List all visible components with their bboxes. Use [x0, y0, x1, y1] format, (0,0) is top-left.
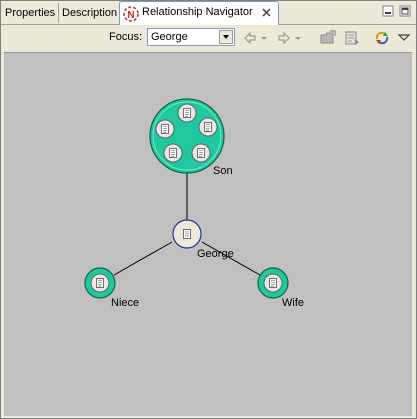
tab-properties[interactable]: Properties: [1, 3, 59, 23]
view-menu-icon[interactable]: [397, 29, 411, 47]
graph-canvas[interactable]: Son George Niece Wife: [4, 52, 412, 416]
back-arrow-icon[interactable]: [241, 29, 259, 47]
focus-label: Focus:: [109, 31, 143, 43]
focus-value: George: [151, 31, 188, 43]
graph-node-niece[interactable]: [84, 267, 116, 299]
node-label-niece: Niece: [111, 297, 140, 309]
relationship-navigator-icon: N: [123, 6, 139, 22]
person-icon: [163, 143, 183, 163]
open-folder-icon[interactable]: [319, 29, 337, 47]
graph-node-wife[interactable]: [257, 267, 289, 299]
relationship-graph: [84, 98, 289, 299]
graph-node-george[interactable]: [172, 219, 202, 249]
person-icon: [155, 119, 175, 139]
back-dropdown-icon[interactable]: [259, 29, 269, 47]
refresh-icon[interactable]: [373, 29, 391, 47]
edge-george-niece: [113, 241, 173, 276]
close-icon[interactable]: [261, 7, 272, 18]
maximize-icon[interactable]: [399, 5, 411, 17]
tab-label: Relationship Navigator: [142, 6, 253, 18]
person-icon: [90, 273, 110, 293]
tab-relationship-navigator[interactable]: N Relationship Navigator: [119, 1, 279, 25]
person-icon: [198, 117, 218, 137]
view-panel: Properties Description N Relationship Na…: [0, 0, 417, 419]
forward-arrow-icon[interactable]: [275, 29, 293, 47]
graph-node-son[interactable]: [149, 98, 225, 174]
person-icon: [177, 103, 197, 123]
person-icon: [191, 143, 211, 163]
chevron-down-icon[interactable]: [219, 30, 233, 44]
tab-label: Description: [62, 7, 118, 19]
person-icon: [263, 273, 283, 293]
svg-text:N: N: [127, 10, 134, 21]
tab-label: Properties: [5, 7, 56, 19]
forward-dropdown-icon[interactable]: [293, 29, 303, 47]
node-label-wife: Wife: [282, 297, 304, 309]
node-label-george: George: [197, 248, 234, 260]
node-label-son: Son: [213, 165, 233, 177]
person-icon: [183, 229, 191, 239]
minimize-icon[interactable]: [382, 5, 394, 17]
export-icon[interactable]: [343, 29, 361, 47]
tab-description[interactable]: Description: [58, 3, 120, 23]
focus-select[interactable]: George: [147, 28, 235, 46]
toolbar: Focus: George: [1, 25, 416, 51]
tab-bar: Properties Description N Relationship Na…: [1, 1, 416, 25]
